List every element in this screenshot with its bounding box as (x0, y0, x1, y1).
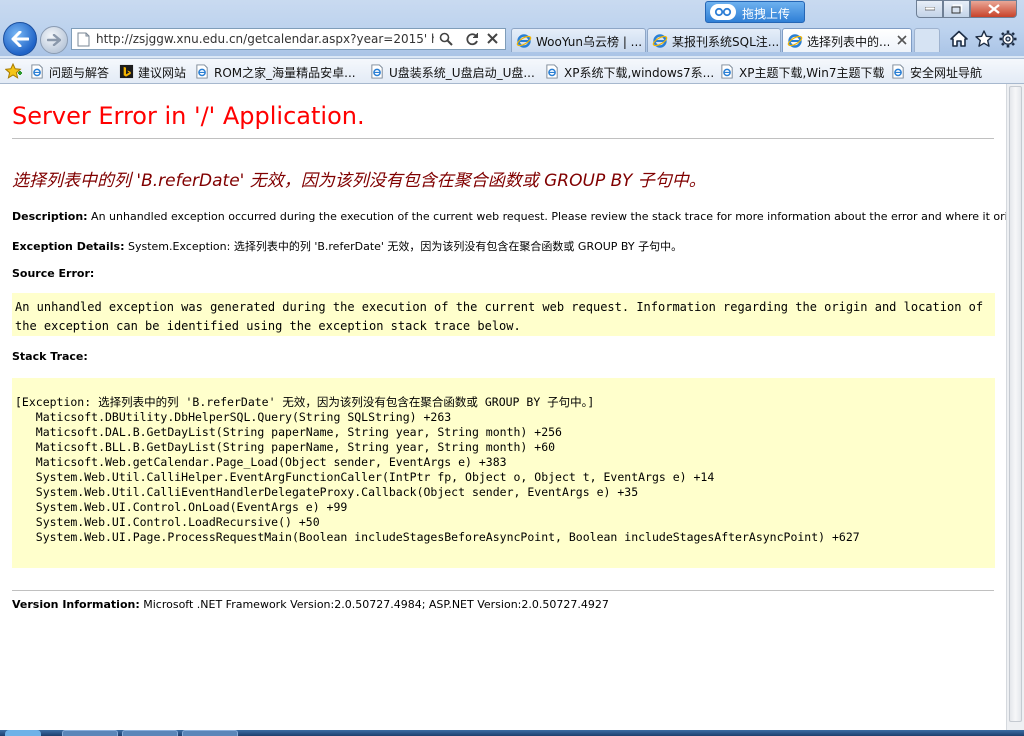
version-text: Microsoft .NET Framework Version:2.0.507… (143, 598, 609, 611)
favorite-label: 安全网址导航 (910, 66, 983, 80)
stack-trace-line: Maticsoft.Web.getCalendar.Page_Load(Obje… (15, 455, 507, 469)
stack-trace-label: Stack Trace: (12, 350, 88, 363)
bing-icon (119, 64, 134, 79)
browser-title-bar: 拖拽上传 http://zsjggw.xnu.edu.cn/getcalenda… (0, 0, 1024, 56)
back-button[interactable] (3, 22, 37, 56)
tab-wooyun[interactable]: WooYun乌云榜 | ... (511, 28, 646, 52)
back-arrow-icon (11, 31, 29, 47)
source-error-text: An unhandled exception was generated dur… (15, 300, 991, 333)
page-content: Server Error in '/' Application. 选择列表中的列… (0, 84, 1006, 730)
home-icon[interactable] (950, 30, 968, 48)
ie-page-icon (546, 64, 558, 79)
baidu-upload-label: 拖拽上传 (742, 7, 791, 21)
forward-arrow-icon (47, 34, 61, 46)
favorite-label: 建议网站 (138, 66, 187, 80)
favorite-label: ROM之家_海量精品安卓... (214, 66, 356, 80)
favorites-bar: 问题与解答 建议网站 ROM之家_海量精品安卓... U盘装系统_U盘启动_U盘… (0, 58, 1024, 84)
stop-icon[interactable] (486, 32, 499, 45)
exception-details-label: Exception Details: (12, 240, 125, 253)
cloud-icon (710, 4, 736, 20)
add-favorites-star-icon[interactable] (5, 63, 23, 80)
description-paragraph: Description: An unhandled exception occu… (12, 210, 1006, 223)
stack-trace-line: System.Web.UI.Control.OnLoad(EventArgs e… (15, 500, 348, 514)
new-tab-button[interactable] (914, 28, 940, 52)
ie-page-icon (652, 34, 668, 48)
description-label: Description: (12, 210, 88, 223)
stack-trace-box: [Exception: 选择列表中的列 'B.referDate' 无效，因为该… (12, 378, 995, 568)
exception-details-paragraph: Exception Details: System.Exception: 选择列… (12, 238, 682, 254)
ie-page-icon (892, 64, 904, 79)
start-button[interactable] (5, 730, 41, 736)
vertical-scrollbar[interactable] (1006, 84, 1024, 730)
version-information-paragraph: Version Information: Microsoft .NET Fram… (12, 598, 609, 611)
version-label: Version Information: (12, 598, 140, 611)
stack-trace-line: Maticsoft.DAL.B.GetDayList(String paperN… (15, 425, 562, 439)
ie-page-icon (721, 64, 733, 79)
exception-details-text: System.Exception: 选择列表中的列 'B.referDate' … (127, 240, 683, 253)
gear-icon[interactable] (999, 30, 1017, 48)
page-title: Server Error in '/' Application. (12, 102, 365, 130)
tab-label: 某报刊系统SQL注... (672, 35, 778, 49)
stack-trace-line: System.Web.UI.Control.LoadRecursive() +5… (15, 515, 320, 529)
url-text[interactable]: http://zsjggw.xnu.edu.cn/getcalendar.asp… (96, 32, 434, 46)
address-bar[interactable]: http://zsjggw.xnu.edu.cn/getcalendar.asp… (71, 28, 506, 50)
maximize-button[interactable] (943, 0, 970, 18)
description-text: An unhandled exception occurred during t… (91, 210, 1006, 223)
stack-trace-line: System.Web.Util.CalliHelper.EventArgFunc… (15, 470, 715, 484)
stack-trace-line: Maticsoft.BLL.B.GetDayList(String paperN… (15, 440, 556, 454)
tab-newspaper-sqli[interactable]: 某报刊系统SQL注... (647, 28, 781, 52)
ie-page-icon (516, 34, 532, 48)
ie-page-icon (371, 64, 383, 79)
ie-page-icon (196, 64, 208, 79)
scrollbar-thumb[interactable] (1009, 86, 1022, 722)
favorite-label: U盘装系统_U盘启动_U盘... (389, 66, 535, 80)
baidu-upload-button[interactable]: 拖拽上传 (705, 1, 805, 23)
stack-trace-line: [Exception: 选择列表中的列 'B.referDate' 无效，因为该… (15, 395, 595, 409)
ie-page-icon (787, 34, 803, 48)
forward-button[interactable] (40, 26, 68, 54)
divider (12, 138, 994, 139)
favorite-label: 问题与解答 (49, 66, 110, 80)
stack-trace-line: System.Web.Util.CalliEventHandlerDelegat… (15, 485, 639, 499)
tab-close-icon[interactable] (897, 35, 907, 45)
tab-active-error[interactable]: 选择列表中的... (782, 28, 912, 52)
stack-trace-lines: [Exception: 选择列表中的列 'B.referDate' 无效，因为该… (15, 395, 860, 545)
minimize-button[interactable] (916, 0, 943, 18)
stack-trace-line: Maticsoft.DBUtility.DbHelperSQL.Query(St… (15, 410, 452, 424)
tab-label: WooYun乌云榜 | ... (536, 35, 642, 49)
stack-trace-line: System.Web.UI.Page.ProcessRequestMain(Bo… (15, 530, 860, 544)
favorites-star-icon[interactable] (975, 30, 993, 48)
search-icon[interactable] (439, 32, 453, 46)
favorite-label: XP系统下载,windows7系... (564, 66, 715, 80)
close-window-button[interactable] (970, 0, 1017, 18)
tab-label: 选择列表中的... (807, 35, 889, 49)
error-message: 选择列表中的列 'B.referDate' 无效，因为该列没有包含在聚合函数或 … (12, 171, 706, 191)
favorite-label: XP主题下载,Win7主题下载 (739, 66, 885, 80)
taskbar-ie-button[interactable] (62, 730, 118, 736)
divider (12, 590, 994, 591)
taskbar-app-button[interactable] (182, 730, 238, 736)
source-error-box: An unhandled exception was generated dur… (12, 293, 995, 336)
refresh-icon[interactable] (465, 32, 479, 46)
ie-page-icon (31, 64, 43, 79)
taskbar-app-button[interactable] (122, 730, 178, 736)
source-error-label: Source Error: (12, 267, 95, 280)
page-icon (77, 32, 90, 47)
